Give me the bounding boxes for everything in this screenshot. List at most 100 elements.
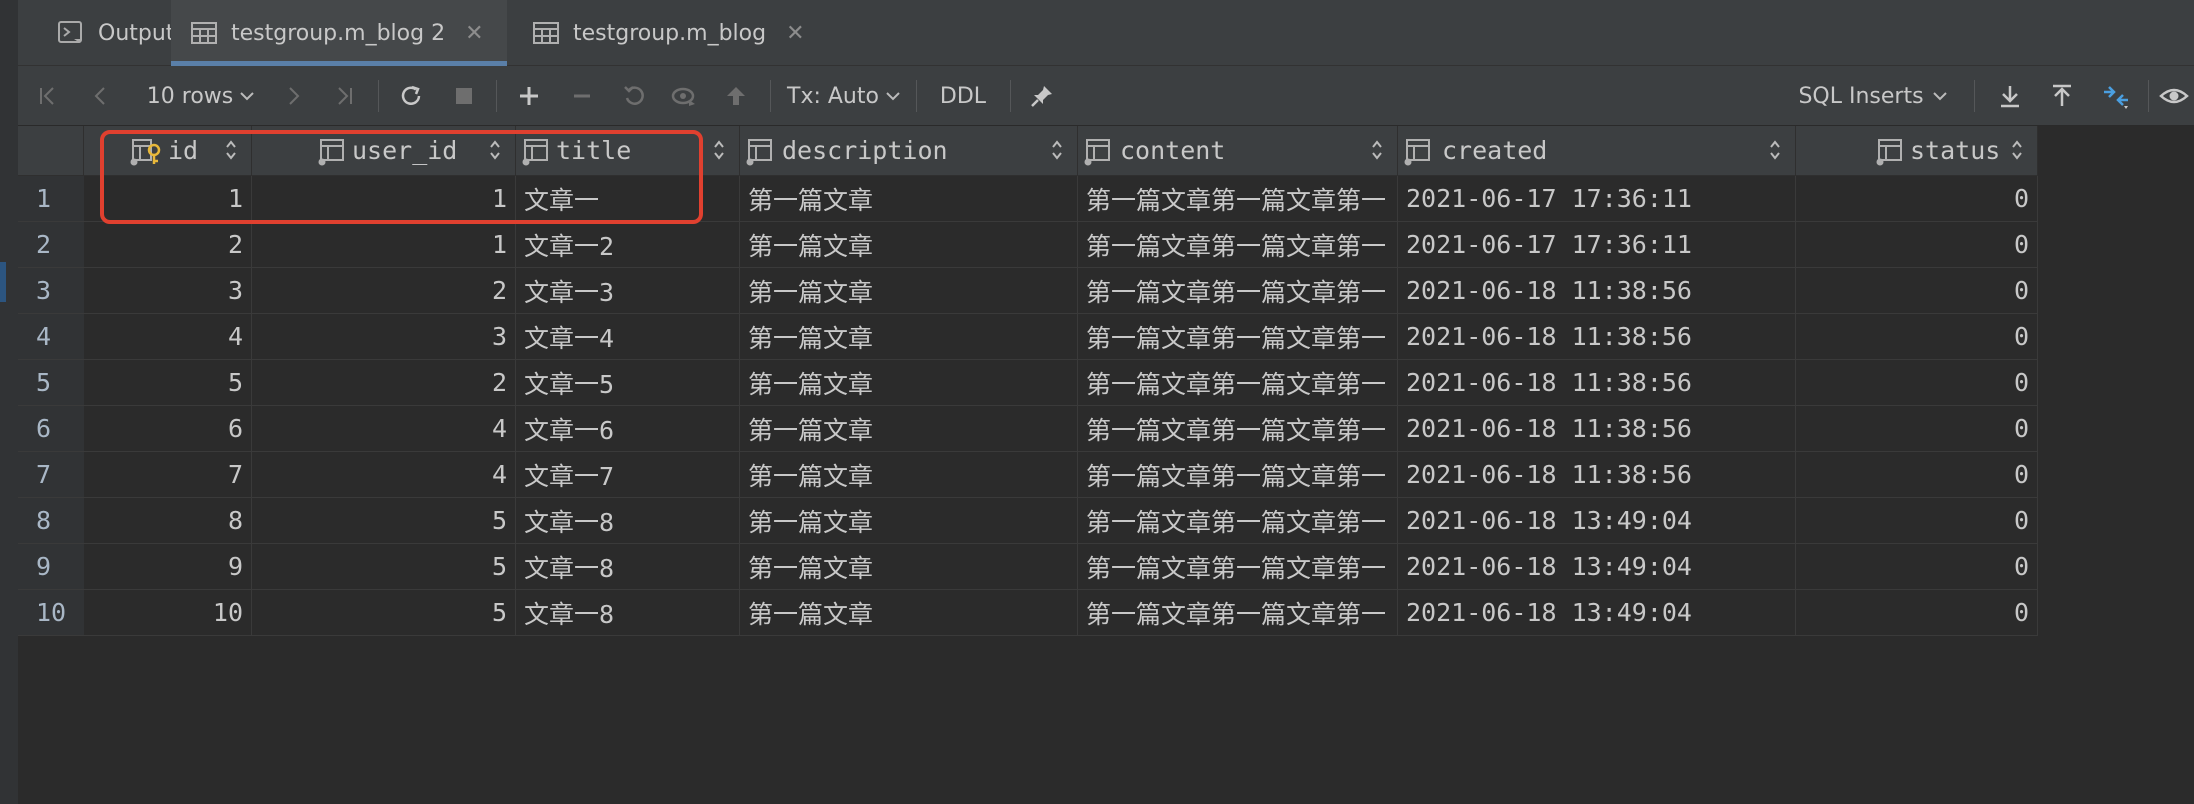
cell-status[interactable]: 0 bbox=[1796, 176, 2038, 222]
page-size-dropdown[interactable]: 10 rows bbox=[134, 66, 268, 126]
column-header-status[interactable]: status bbox=[1796, 126, 2038, 176]
cell-content[interactable]: 第一篇文章第一篇文章第一 bbox=[1078, 268, 1398, 314]
cell-id[interactable]: 2 bbox=[84, 222, 252, 268]
revert-icon[interactable] bbox=[616, 66, 652, 126]
compare-icon[interactable] bbox=[2096, 66, 2136, 126]
cell-title[interactable]: 文章一8 bbox=[516, 498, 740, 544]
cell-user-id[interactable]: 1 bbox=[252, 222, 516, 268]
submit-icon[interactable] bbox=[718, 66, 754, 126]
cell-description[interactable]: 第一篇文章 bbox=[740, 452, 1078, 498]
cell-description[interactable]: 第一篇文章 bbox=[740, 544, 1078, 590]
cell-content[interactable]: 第一篇文章第一篇文章第一 bbox=[1078, 544, 1398, 590]
cell-description[interactable]: 第一篇文章 bbox=[740, 222, 1078, 268]
last-page-icon[interactable] bbox=[326, 66, 362, 126]
cell-title[interactable]: 文章一3 bbox=[516, 268, 740, 314]
column-header-description[interactable]: description bbox=[740, 126, 1078, 176]
sort-icon[interactable] bbox=[1769, 139, 1781, 161]
cell-user-id[interactable]: 4 bbox=[252, 406, 516, 452]
cell-title[interactable]: 文章一7 bbox=[516, 452, 740, 498]
cell-title[interactable]: 文章一8 bbox=[516, 590, 740, 636]
pin-icon[interactable] bbox=[1022, 66, 1062, 126]
cell-content[interactable]: 第一篇文章第一篇文章第一 bbox=[1078, 452, 1398, 498]
cell-user-id[interactable]: 5 bbox=[252, 498, 516, 544]
row-number[interactable]: 3 bbox=[18, 268, 84, 314]
cell-created[interactable]: 2021-06-18 11:38:56 bbox=[1398, 452, 1796, 498]
column-header-content[interactable]: content bbox=[1078, 126, 1398, 176]
cell-created[interactable]: 2021-06-18 13:49:04 bbox=[1398, 498, 1796, 544]
transaction-mode-dropdown[interactable]: Tx: Auto bbox=[782, 66, 906, 126]
cell-created[interactable]: 2021-06-18 11:38:56 bbox=[1398, 360, 1796, 406]
cell-created[interactable]: 2021-06-18 13:49:04 bbox=[1398, 544, 1796, 590]
cell-user-id[interactable]: 2 bbox=[252, 268, 516, 314]
row-number[interactable]: 5 bbox=[18, 360, 84, 406]
cell-status[interactable]: 0 bbox=[1796, 406, 2038, 452]
row-number[interactable]: 6 bbox=[18, 406, 84, 452]
cell-content[interactable]: 第一篇文章第一篇文章第一 bbox=[1078, 314, 1398, 360]
cell-title[interactable]: 文章一4 bbox=[516, 314, 740, 360]
cell-user-id[interactable]: 2 bbox=[252, 360, 516, 406]
ddl-button[interactable]: DDL bbox=[928, 66, 998, 126]
sort-icon[interactable] bbox=[713, 139, 725, 161]
cell-status[interactable]: 0 bbox=[1796, 544, 2038, 590]
cell-title[interactable]: 文章一5 bbox=[516, 360, 740, 406]
column-header-created[interactable]: created bbox=[1398, 126, 1796, 176]
cell-id[interactable]: 10 bbox=[84, 590, 252, 636]
cell-id[interactable]: 7 bbox=[84, 452, 252, 498]
cell-created[interactable]: 2021-06-17 17:36:11 bbox=[1398, 176, 1796, 222]
cell-status[interactable]: 0 bbox=[1796, 452, 2038, 498]
cell-description[interactable]: 第一篇文章 bbox=[740, 176, 1078, 222]
cell-content[interactable]: 第一篇文章第一篇文章第一 bbox=[1078, 222, 1398, 268]
cell-id[interactable]: 3 bbox=[84, 268, 252, 314]
row-number[interactable]: 10 bbox=[18, 590, 84, 636]
export-format-dropdown[interactable]: SQL Inserts bbox=[1788, 66, 1958, 126]
refresh-icon[interactable] bbox=[392, 66, 430, 126]
cell-status[interactable]: 0 bbox=[1796, 314, 2038, 360]
sort-icon[interactable] bbox=[2011, 139, 2023, 161]
cell-user-id[interactable]: 3 bbox=[252, 314, 516, 360]
sort-icon[interactable] bbox=[1051, 139, 1063, 161]
cell-content[interactable]: 第一篇文章第一篇文章第一 bbox=[1078, 590, 1398, 636]
cell-title[interactable]: 文章一8 bbox=[516, 544, 740, 590]
cell-user-id[interactable]: 5 bbox=[252, 544, 516, 590]
close-icon[interactable]: ✕ bbox=[786, 21, 804, 46]
preview-changes-icon[interactable] bbox=[666, 66, 702, 126]
eye-icon[interactable] bbox=[2156, 66, 2192, 126]
row-number[interactable]: 4 bbox=[18, 314, 84, 360]
cell-user-id[interactable]: 4 bbox=[252, 452, 516, 498]
close-icon[interactable]: ✕ bbox=[465, 21, 483, 46]
cell-description[interactable]: 第一篇文章 bbox=[740, 360, 1078, 406]
cell-title[interactable]: 文章一2 bbox=[516, 222, 740, 268]
row-number[interactable]: 2 bbox=[18, 222, 84, 268]
row-number[interactable]: 7 bbox=[18, 452, 84, 498]
cell-user-id[interactable]: 5 bbox=[252, 590, 516, 636]
cell-status[interactable]: 0 bbox=[1796, 590, 2038, 636]
cell-created[interactable]: 2021-06-18 11:38:56 bbox=[1398, 406, 1796, 452]
cell-created[interactable]: 2021-06-17 17:36:11 bbox=[1398, 222, 1796, 268]
cell-id[interactable]: 5 bbox=[84, 360, 252, 406]
cell-description[interactable]: 第一篇文章 bbox=[740, 406, 1078, 452]
cell-content[interactable]: 第一篇文章第一篇文章第一 bbox=[1078, 406, 1398, 452]
sort-icon[interactable] bbox=[1371, 139, 1383, 161]
cell-description[interactable]: 第一篇文章 bbox=[740, 314, 1078, 360]
row-number[interactable]: 8 bbox=[18, 498, 84, 544]
cell-content[interactable]: 第一篇文章第一篇文章第一 bbox=[1078, 176, 1398, 222]
cell-status[interactable]: 0 bbox=[1796, 268, 2038, 314]
cell-description[interactable]: 第一篇文章 bbox=[740, 268, 1078, 314]
add-row-icon[interactable] bbox=[510, 66, 548, 126]
cell-id[interactable]: 8 bbox=[84, 498, 252, 544]
cell-created[interactable]: 2021-06-18 11:38:56 bbox=[1398, 268, 1796, 314]
tab-testgroup-m-blog-2[interactable]: testgroup.m_blog 2 ✕ bbox=[171, 0, 507, 66]
cell-status[interactable]: 0 bbox=[1796, 498, 2038, 544]
first-page-icon[interactable] bbox=[30, 66, 66, 126]
cell-id[interactable]: 4 bbox=[84, 314, 252, 360]
row-number[interactable]: 1 bbox=[18, 176, 84, 222]
download-icon[interactable] bbox=[1992, 66, 2028, 126]
cell-content[interactable]: 第一篇文章第一篇文章第一 bbox=[1078, 498, 1398, 544]
cell-description[interactable]: 第一篇文章 bbox=[740, 498, 1078, 544]
cell-status[interactable]: 0 bbox=[1796, 222, 2038, 268]
previous-page-icon[interactable] bbox=[84, 66, 118, 126]
row-number[interactable]: 9 bbox=[18, 544, 84, 590]
tab-testgroup-m-blog[interactable]: testgroup.m_blog ✕ bbox=[513, 0, 825, 66]
cell-created[interactable]: 2021-06-18 11:38:56 bbox=[1398, 314, 1796, 360]
cell-status[interactable]: 0 bbox=[1796, 360, 2038, 406]
